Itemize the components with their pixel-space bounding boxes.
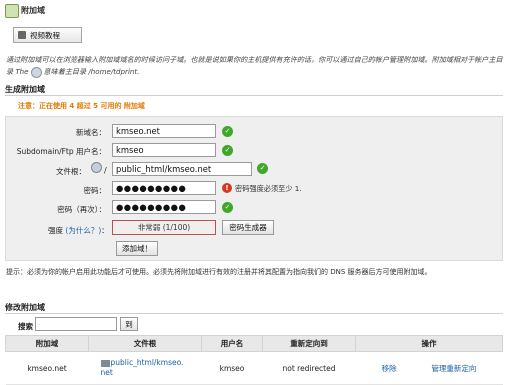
password-input[interactable]: ●●●●●●●●● (112, 181, 216, 195)
row-actions: 移除 管理重新定向 (355, 351, 503, 385)
row-docroot[interactable]: public_html/kmseo. net (88, 351, 202, 385)
row-user: kmseo (201, 351, 263, 385)
divider (5, 313, 503, 314)
row-domain: kmseo.net (5, 351, 89, 385)
warning-icon: ! (222, 183, 232, 193)
docroot-label: 文件根： (56, 167, 86, 176)
password-again-label: 密码（再次）： (57, 205, 106, 214)
domain-label: 新域名： (76, 128, 106, 137)
docroot-link-line1[interactable]: public_html/kmseo. (111, 358, 184, 367)
modify-section-title: 修改附加域 (5, 303, 45, 312)
video-tutorial-button[interactable]: 视频教程 (13, 27, 82, 43)
strength-label-text: 强度 (48, 226, 63, 235)
check-icon: ✓ (222, 145, 233, 156)
column-header[interactable]: 用户名 (201, 335, 263, 352)
manage-redirect-link[interactable]: 管理重新定向 (431, 364, 476, 373)
password-generator-button[interactable]: 密码生成器 (222, 220, 274, 235)
strength-meter: 非常弱 (1/100) (112, 220, 216, 235)
globe-icon (30, 66, 42, 78)
intro-text: 通过附加域可以在浏览器输入附加域域名的时候访问子域。也就是说如果你的主机提供有充… (6, 54, 506, 78)
divider (5, 95, 503, 96)
table-row: kmseo.net public_html/kmseo. net kmseo n… (5, 351, 503, 385)
add-domain-button[interactable]: 添加域！ (116, 241, 158, 256)
addon-domain-icon (5, 4, 19, 18)
subdomain-label: Subdomain/Ftp 用户名： (16, 147, 106, 156)
video-tutorial-label: 视频教程 (30, 30, 60, 40)
docroot-prefix: / (104, 166, 107, 175)
check-icon: ✓ (222, 126, 233, 137)
video-icon (18, 31, 26, 39)
subdomain-input[interactable]: kmseo (112, 143, 216, 157)
search-input[interactable] (35, 317, 117, 331)
domain-input[interactable]: kmseo.net (112, 124, 216, 138)
docroot-input[interactable]: public_html/kmseo.net (112, 162, 252, 176)
why-link[interactable]: (为什么？) (65, 226, 101, 235)
intro-text-b: 意味着主目录 /home/tdprint. (43, 67, 140, 76)
addon-domain-table: 附加域 文件根 用户名 重新定向到 操作 kmseo.net public_ht… (5, 335, 503, 385)
column-header[interactable]: 重新定向到 (262, 335, 356, 352)
check-icon: ✓ (257, 163, 268, 174)
row-redirect: not redirected (262, 351, 356, 385)
folder-icon (100, 360, 110, 367)
tip-text: 提示：必须为你的帐户启用此功能后才可使用。必须先将附加域进行有效的注册并将其配置… (6, 268, 432, 276)
column-header[interactable]: 文件根 (88, 335, 202, 352)
home-icon (91, 162, 102, 173)
usage-notice: 注意：正在使用 4 超过 5 可用的 附加域 (18, 102, 145, 110)
column-header[interactable]: 附加域 (5, 335, 89, 352)
create-section-title: 生成附加域 (5, 85, 45, 94)
column-header: 操作 (355, 335, 503, 352)
password-again-input[interactable]: ●●●●●●●●● (112, 200, 216, 214)
docroot-link-line2[interactable]: net (101, 368, 113, 377)
go-button[interactable]: 到 (120, 317, 138, 331)
strength-label-end: ： (101, 226, 109, 235)
page-title: 附加域 (21, 6, 45, 15)
search-label: 搜索 (18, 322, 33, 331)
password-error: 密码强度必须至少 1. (235, 184, 302, 193)
password-label: 密码： (83, 186, 107, 195)
check-icon: ✓ (222, 202, 233, 213)
strength-label: 强度 (为什么？)： (48, 225, 109, 236)
remove-link[interactable]: 移除 (382, 364, 397, 373)
